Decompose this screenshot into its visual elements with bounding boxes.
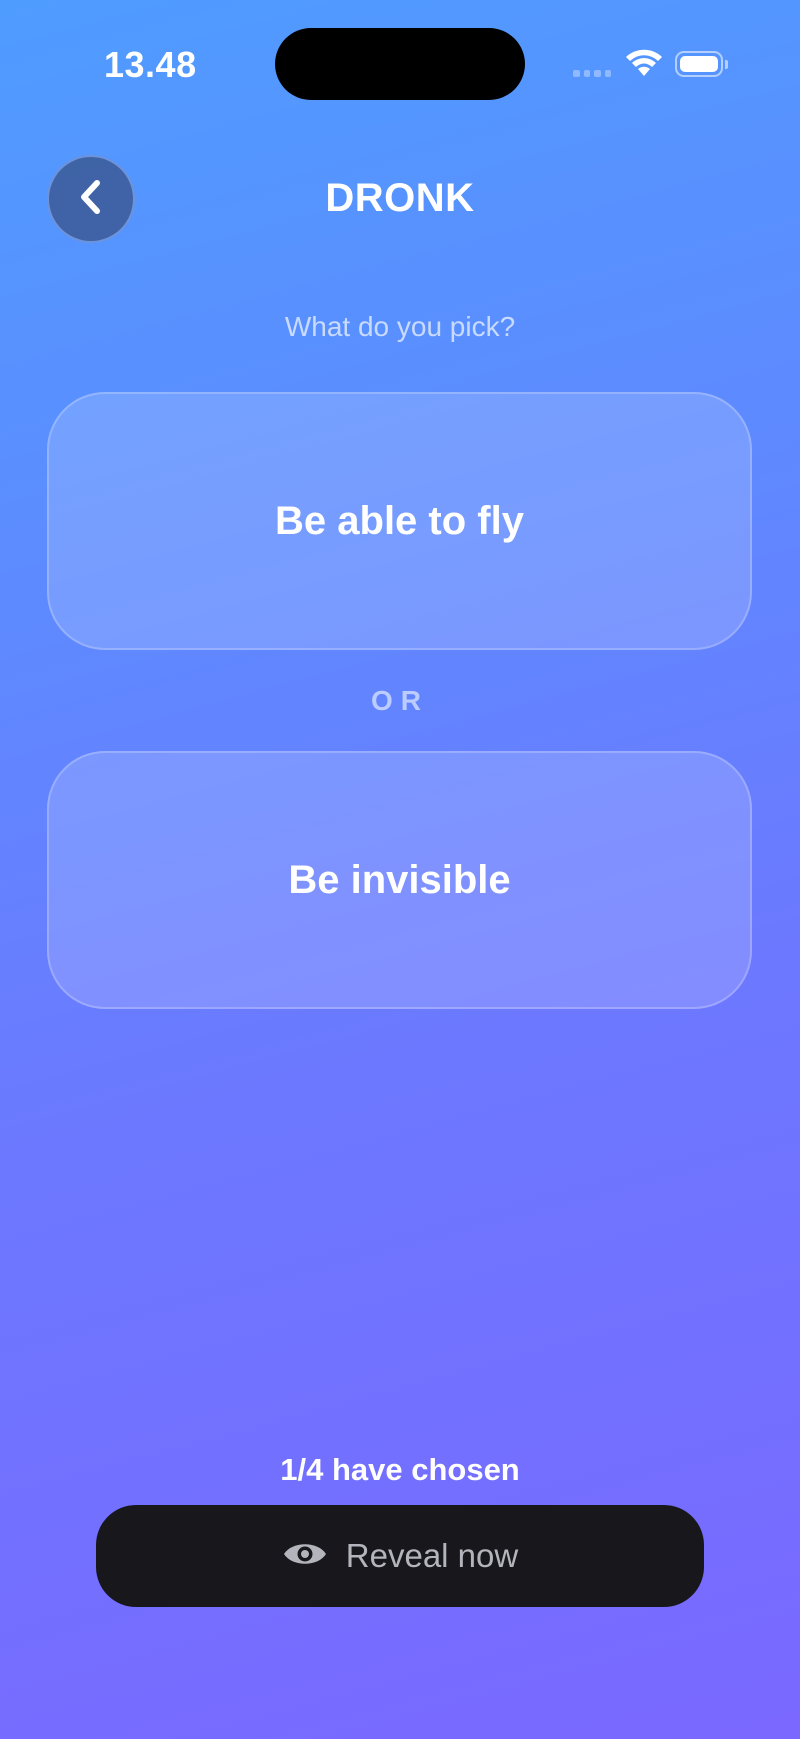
status-time: 13.48 bbox=[104, 44, 197, 85]
cellular-signal-icon bbox=[573, 70, 611, 78]
option-a-card[interactable]: Be able to fly bbox=[47, 392, 752, 650]
page-title: DRONK bbox=[325, 176, 475, 220]
eye-icon bbox=[282, 1539, 328, 1574]
battery-icon bbox=[675, 51, 728, 77]
dynamic-island bbox=[275, 28, 525, 100]
status-bar: 13.48 bbox=[0, 0, 800, 130]
wifi-icon bbox=[624, 48, 664, 83]
reveal-now-button[interactable]: Reveal now bbox=[96, 1505, 704, 1607]
question-prompt: What do you pick? bbox=[284, 311, 516, 342]
option-b-label: Be invisible bbox=[288, 857, 511, 902]
option-a-label: Be able to fly bbox=[275, 498, 524, 543]
or-separator: OR bbox=[371, 685, 429, 716]
chosen-count: 1/4 have chosen bbox=[280, 1452, 520, 1487]
reveal-now-label: Reveal now bbox=[345, 1537, 519, 1574]
option-b-card[interactable]: Be invisible bbox=[47, 751, 752, 1009]
